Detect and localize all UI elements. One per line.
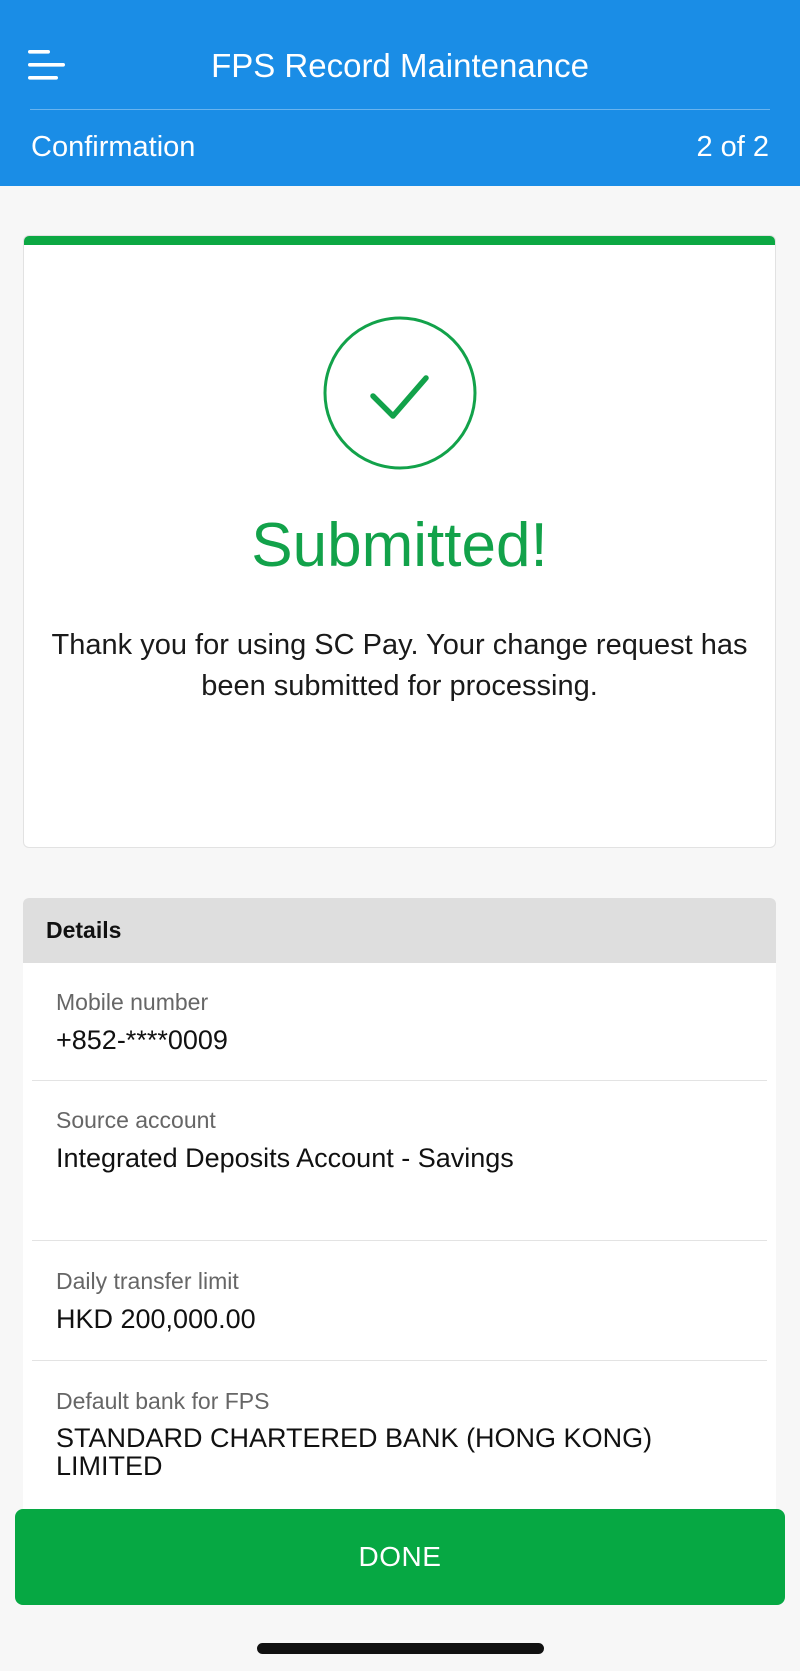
- step-count: 2 of 2: [696, 131, 769, 163]
- status-title: Submitted!: [251, 511, 548, 580]
- details-heading: Details: [23, 898, 776, 963]
- app-header: FPS Record Maintenance Confirmation 2 of…: [0, 0, 800, 186]
- detail-label: Mobile number: [56, 989, 209, 1015]
- detail-row-source-account: Source account Integrated Deposits Accou…: [32, 1081, 767, 1241]
- detail-row-mobile-number: Mobile number +852-****0009: [32, 963, 767, 1081]
- status-card: Submitted! Thank you for using SC Pay. Y…: [23, 235, 776, 848]
- detail-row-daily-transfer-limit: Daily transfer limit HKD 200,000.00: [32, 1241, 767, 1361]
- status-accent-bar: [24, 236, 775, 245]
- detail-label: Source account: [56, 1107, 216, 1133]
- detail-value: HKD 200,000.00: [56, 1304, 256, 1334]
- detail-row-default-bank: Default bank for FPS STANDARD CHARTERED …: [32, 1361, 767, 1510]
- menu-button[interactable]: [22, 42, 74, 92]
- hamburger-menu-icon: [28, 50, 65, 80]
- fps-confirmation-screen: FPS Record Maintenance Confirmation 2 of…: [0, 0, 800, 1671]
- detail-label: Default bank for FPS: [56, 1388, 270, 1414]
- home-indicator[interactable]: [257, 1643, 544, 1654]
- details-card: Details Mobile number +852-****0009 Sour…: [23, 898, 776, 1510]
- detail-value: Integrated Deposits Account - Savings: [56, 1143, 514, 1173]
- page-title: FPS Record Maintenance: [211, 47, 589, 84]
- detail-label: Daily transfer limit: [56, 1268, 239, 1294]
- step-label: Confirmation: [31, 131, 196, 163]
- status-message: Thank you for using SC Pay. Your change …: [51, 629, 748, 702]
- detail-value: STANDARD CHARTERED BANK (HONG KONG) LIMI…: [56, 1423, 653, 1481]
- detail-value: +852-****0009: [56, 1025, 228, 1055]
- done-button[interactable]: DONE: [15, 1509, 785, 1605]
- check-circle-icon: [323, 316, 477, 470]
- header-divider: [30, 109, 770, 110]
